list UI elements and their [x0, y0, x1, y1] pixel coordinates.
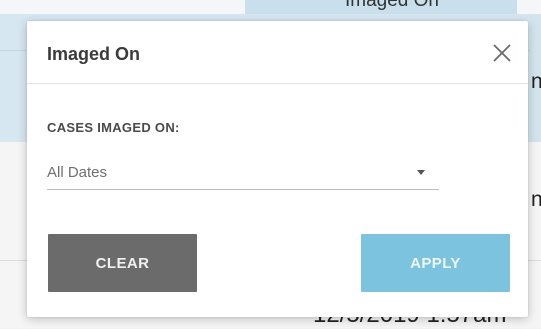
clear-button[interactable]: CLEAR [48, 234, 197, 292]
imaged-on-date-select[interactable]: All Dates [47, 161, 439, 190]
close-icon [493, 44, 511, 62]
caret-down-icon [417, 170, 425, 175]
table-cell: n [531, 188, 541, 211]
table-cell: n [531, 70, 541, 93]
cases-imaged-on-label: CASES IMAGED ON: [47, 120, 180, 135]
imaged-on-filter-dialog: Imaged On CASES IMAGED ON: All Dates CLE… [27, 21, 528, 317]
apply-button[interactable]: APPLY [361, 234, 510, 292]
select-value: All Dates [47, 164, 108, 181]
dialog-header: Imaged On [27, 21, 528, 84]
apply-button-label: APPLY [410, 254, 461, 272]
imaged-on-column-header[interactable]: Imaged On [245, 0, 517, 14]
clear-button-label: CLEAR [95, 254, 150, 272]
imaged-on-column-header-label: Imaged On [345, 0, 439, 11]
dialog-title: Imaged On [47, 44, 141, 64]
close-button[interactable] [489, 40, 515, 66]
